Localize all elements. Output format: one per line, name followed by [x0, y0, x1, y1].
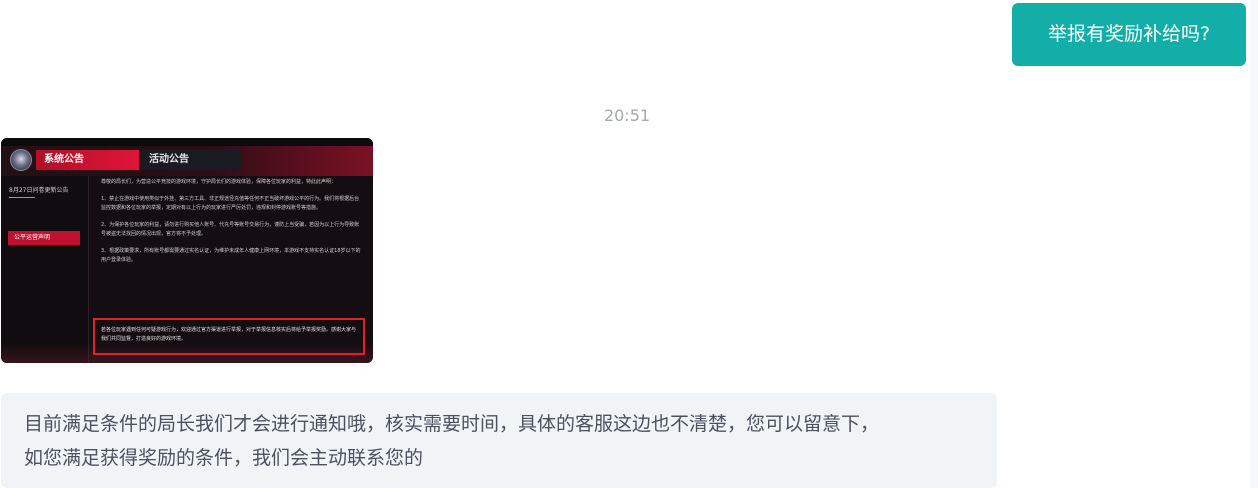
message-timestamp: 20:51 [603, 106, 651, 125]
announcement-item-3: 3、根据政策要求，所有账号都需要通过实名认证，为维护未成年人健康上网环境，本游戏… [101, 248, 361, 263]
tab-system-announcement: 系统公告 [36, 150, 139, 170]
screenshot-status-bar [1, 138, 373, 146]
sidebar-item-label: 8月27日问卷更新公告 [9, 187, 69, 194]
announcement-item-1: 1、禁止在游戏中使用类似于外挂、第三方工具、非正规途径充值等任何不正当破坏游戏公… [101, 196, 360, 211]
sidebar-item-fairness-statement: 公平运营声明 [8, 231, 80, 245]
announcement-intro: 尊敬的局长们，为营造公平竞技的游戏环境，守护局长们的游戏体验，保障各位玩家的利益… [101, 179, 337, 185]
announcement-item-2: 2、为保护各位玩家的利益，请勿进行购买他人账号、代充号等账号交易行为，谨防上当受… [101, 222, 360, 237]
user-message-bubble[interactable]: 举报有奖励补给吗? [1012, 3, 1246, 66]
announcement-highlight-box: 若各位玩家遇到任何可疑游戏行为，欢迎通过官方渠道进行举报，对于举报信息核实后将给… [93, 318, 365, 355]
game-logo-icon [10, 149, 32, 171]
sidebar-item-update-notice: 8月27日问卷更新公告 [9, 186, 68, 198]
tab-activity-announcement: 活动公告 [141, 150, 241, 170]
scrollbar-track[interactable] [1250, 0, 1258, 488]
announcement-screenshot-image[interactable]: 系统公告 活动公告 8月27日问卷更新公告 公平运营声明 尊敬的局长们，为营造公… [1, 138, 373, 363]
chat-window: 举报有奖励补给吗? 20:51 系统公告 活动公告 8月27日问卷更新公告 公平… [0, 0, 1258, 488]
agent-message-bubble[interactable]: 目前满足条件的局长我们才会进行通知哦，核实需要时间，具体的客服这边也不清楚，您可… [1, 393, 997, 488]
announcement-content: 尊敬的局长们，为营造公平竞技的游戏环境，守护局长们的游戏体验，保障各位玩家的利益… [101, 178, 363, 273]
screenshot-sidebar: 8月27日问卷更新公告 公平运营声明 [1, 176, 89, 363]
